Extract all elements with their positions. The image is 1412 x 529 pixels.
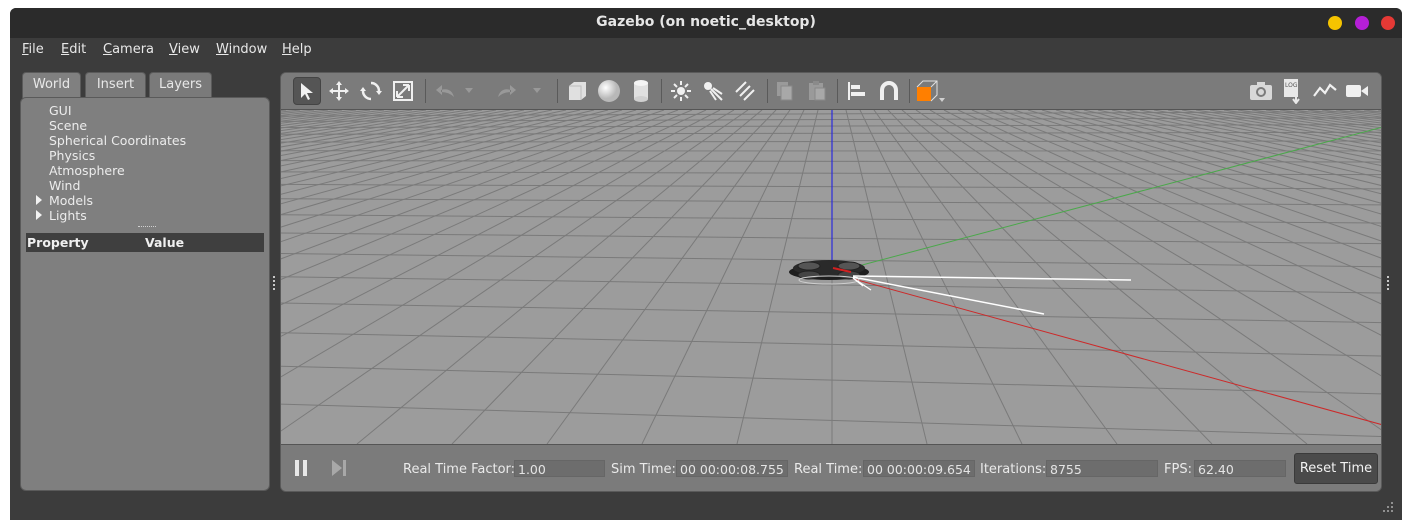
minimize-button[interactable] — [1328, 16, 1342, 30]
undo-dropdown-icon[interactable] — [463, 77, 475, 105]
iterations-label: Iterations: — [980, 462, 1047, 477]
plot-icon[interactable] — [1311, 77, 1339, 105]
toolbar-separator — [767, 79, 768, 103]
view-angle-icon[interactable] — [913, 77, 947, 105]
menu-bar: File Edit Camera View Window Help — [10, 38, 1402, 62]
splitter-handle[interactable] — [138, 226, 156, 229]
real-time-factor-label: Real Time Factor: — [403, 462, 516, 477]
paste-icon[interactable] — [803, 77, 831, 105]
tree-item-atmosphere[interactable]: Atmosphere — [49, 163, 125, 178]
fps-label: FPS: — [1164, 462, 1192, 477]
tab-world[interactable]: World — [22, 72, 81, 98]
step-icon[interactable] — [325, 454, 353, 482]
toolbar: LOG — [281, 73, 1381, 110]
log-icon[interactable]: LOG — [1279, 77, 1307, 105]
rotate-icon[interactable] — [357, 77, 385, 105]
tree-item-lights[interactable]: Lights — [49, 208, 87, 223]
property-table-header: Property Value — [26, 233, 264, 252]
menu-edit[interactable]: Edit — [61, 42, 86, 57]
close-button[interactable] — [1381, 16, 1395, 30]
ground-grid — [281, 110, 1381, 444]
right-splitter-handle[interactable] — [1387, 276, 1389, 290]
pause-icon[interactable] — [287, 454, 315, 482]
snap-icon[interactable] — [875, 77, 903, 105]
resize-grip-icon[interactable] — [1382, 501, 1394, 513]
sim-time-label: Sim Time: — [611, 462, 676, 477]
scene-panel: LOG Real Time Factor: 1.00 Sim Time: 00 … — [280, 72, 1382, 492]
directional-light-icon[interactable] — [731, 77, 759, 105]
real-time-label: Real Time: — [794, 462, 863, 477]
redo-dropdown-icon[interactable] — [531, 77, 543, 105]
point-light-icon[interactable] — [667, 77, 695, 105]
redo-icon[interactable] — [493, 77, 521, 105]
3d-viewport[interactable] — [281, 110, 1381, 444]
undo-icon[interactable] — [431, 77, 459, 105]
window-title: Gazebo (on noetic_desktop) — [596, 14, 816, 30]
property-column-header: Property — [27, 235, 89, 250]
log-label: LOG — [1285, 82, 1298, 89]
align-icon[interactable] — [843, 77, 871, 105]
maximize-button[interactable] — [1355, 16, 1369, 30]
menu-help[interactable]: Help — [282, 42, 312, 57]
expand-arrow-icon[interactable] — [36, 210, 42, 220]
select-arrow-icon[interactable] — [293, 77, 321, 105]
gazebo-window: Gazebo (on noetic_desktop) File Edit Cam… — [10, 8, 1402, 520]
translate-icon[interactable] — [325, 77, 353, 105]
expand-arrow-icon[interactable] — [36, 195, 42, 205]
tree-item-physics[interactable]: Physics — [49, 148, 95, 163]
bottom-status-bar: Real Time Factor: 1.00 Sim Time: 00 00:0… — [281, 444, 1381, 491]
toolbar-separator — [837, 79, 838, 103]
menu-view[interactable]: View — [169, 42, 200, 57]
box-icon[interactable] — [563, 77, 591, 105]
sim-time-value: 00 00:00:08.755 — [676, 460, 788, 477]
screenshot-icon[interactable] — [1247, 77, 1275, 105]
real-time-value: 00 00:00:09.654 — [863, 460, 975, 477]
copy-icon[interactable] — [771, 77, 799, 105]
toolbar-separator — [557, 79, 558, 103]
toolbar-separator — [425, 79, 426, 103]
world-panel: GUI Scene Spherical Coordinates Physics … — [20, 97, 270, 491]
menu-camera[interactable]: Camera — [103, 42, 154, 57]
real-time-factor-value: 1.00 — [514, 460, 605, 477]
toolbar-separator — [661, 79, 662, 103]
fps-value: 62.40 — [1194, 460, 1286, 477]
menu-file[interactable]: File — [22, 42, 44, 57]
value-column-header: Value — [145, 235, 185, 250]
tree-item-spherical-coordinates[interactable]: Spherical Coordinates — [49, 133, 186, 148]
title-bar: Gazebo (on noetic_desktop) — [10, 8, 1402, 38]
menu-window[interactable]: Window — [216, 42, 267, 57]
cylinder-icon[interactable] — [627, 77, 655, 105]
toolbar-separator — [909, 79, 910, 103]
tree-item-gui[interactable]: GUI — [49, 103, 72, 118]
reset-time-button[interactable]: Reset Time — [1294, 453, 1378, 484]
iterations-value: 8755 — [1046, 460, 1158, 477]
video-record-icon[interactable] — [1343, 77, 1371, 105]
tab-insert[interactable]: Insert — [85, 72, 146, 98]
left-splitter-handle[interactable] — [273, 276, 275, 290]
spot-light-icon[interactable] — [699, 77, 727, 105]
tab-layers[interactable]: Layers — [149, 72, 212, 98]
sphere-icon[interactable] — [595, 77, 623, 105]
scale-icon[interactable] — [389, 77, 417, 105]
tree-item-wind[interactable]: Wind — [49, 178, 80, 193]
tree-item-models[interactable]: Models — [49, 193, 93, 208]
tree-item-scene[interactable]: Scene — [49, 118, 87, 133]
